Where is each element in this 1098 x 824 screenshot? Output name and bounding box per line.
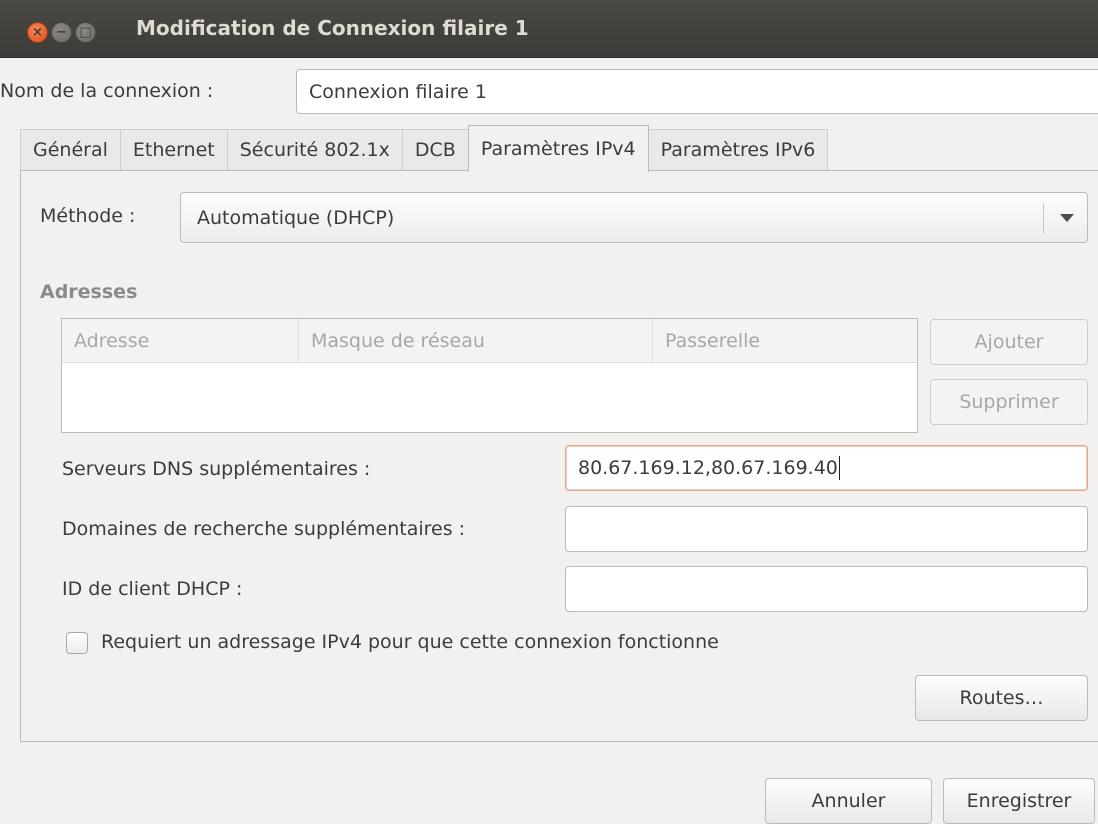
- add-address-button[interactable]: Ajouter: [930, 319, 1088, 365]
- tab-label: DCB: [414, 139, 456, 161]
- dns-servers-input[interactable]: 80.67.169.12,80.67.169.40: [565, 445, 1088, 491]
- tab-label: Paramètres IPv6: [660, 139, 816, 161]
- dhcp-client-id-input[interactable]: [565, 566, 1088, 612]
- tab-ipv4-settings[interactable]: Paramètres IPv4: [467, 125, 649, 172]
- settings-tabs: Général Ethernet Sécurité 802.1x DCB Par…: [20, 125, 829, 172]
- require-ipv4-label[interactable]: Requiert un adressage IPv4 pour que cett…: [101, 631, 719, 653]
- connection-name-label: Nom de la connexion :: [0, 80, 214, 102]
- column-header-netmask[interactable]: Masque de réseau: [299, 319, 653, 363]
- chevron-down-icon: [1060, 214, 1074, 222]
- tab-ethernet[interactable]: Ethernet: [119, 129, 227, 171]
- dhcp-client-id-label: ID de client DHCP :: [62, 578, 243, 600]
- remove-address-button[interactable]: Supprimer: [930, 379, 1088, 425]
- minimize-icon[interactable]: −: [51, 22, 72, 43]
- dns-servers-value: 80.67.169.12,80.67.169.40: [578, 457, 838, 479]
- dropdown-separator: [1043, 203, 1044, 234]
- cancel-button[interactable]: Annuler: [765, 778, 932, 824]
- connection-name-value: Connexion filaire 1: [309, 80, 487, 103]
- method-label: Méthode :: [40, 205, 136, 227]
- addresses-table-header: Adresse Masque de réseau Passerelle: [62, 319, 917, 363]
- tab-general[interactable]: Général: [20, 129, 120, 171]
- addresses-section-title: Adresses: [40, 281, 138, 303]
- connection-name-input[interactable]: Connexion filaire 1: [296, 69, 1098, 114]
- close-icon[interactable]: ×: [27, 22, 48, 43]
- window-title: Modification de Connexion filaire 1: [136, 16, 529, 40]
- addresses-table[interactable]: Adresse Masque de réseau Passerelle: [61, 318, 918, 433]
- search-domains-label: Domaines de recherche supplémentaires :: [62, 518, 466, 540]
- search-domains-input[interactable]: [565, 506, 1088, 552]
- tab-security-8021x[interactable]: Sécurité 802.1x: [226, 129, 402, 171]
- window-titlebar: × − □ Modification de Connexion filaire …: [0, 0, 1098, 58]
- tab-label: Général: [33, 139, 108, 161]
- tab-label: Sécurité 802.1x: [239, 139, 390, 161]
- dns-servers-label: Serveurs DNS supplémentaires :: [62, 458, 371, 480]
- method-dropdown[interactable]: Automatique (DHCP): [180, 192, 1088, 243]
- routes-button[interactable]: Routes…: [915, 675, 1088, 721]
- text-caret: [838, 456, 840, 480]
- tab-label: Ethernet: [132, 139, 215, 161]
- tab-label: Paramètres IPv4: [480, 138, 636, 160]
- column-header-address[interactable]: Adresse: [62, 319, 299, 363]
- maximize-icon[interactable]: □: [75, 22, 96, 43]
- column-header-gateway[interactable]: Passerelle: [653, 319, 917, 363]
- require-ipv4-checkbox[interactable]: [66, 632, 88, 654]
- tab-dcb[interactable]: DCB: [401, 129, 468, 171]
- save-button[interactable]: Enregistrer: [943, 778, 1095, 824]
- tab-ipv6-settings[interactable]: Paramètres IPv6: [648, 129, 829, 171]
- method-value: Automatique (DHCP): [197, 206, 395, 229]
